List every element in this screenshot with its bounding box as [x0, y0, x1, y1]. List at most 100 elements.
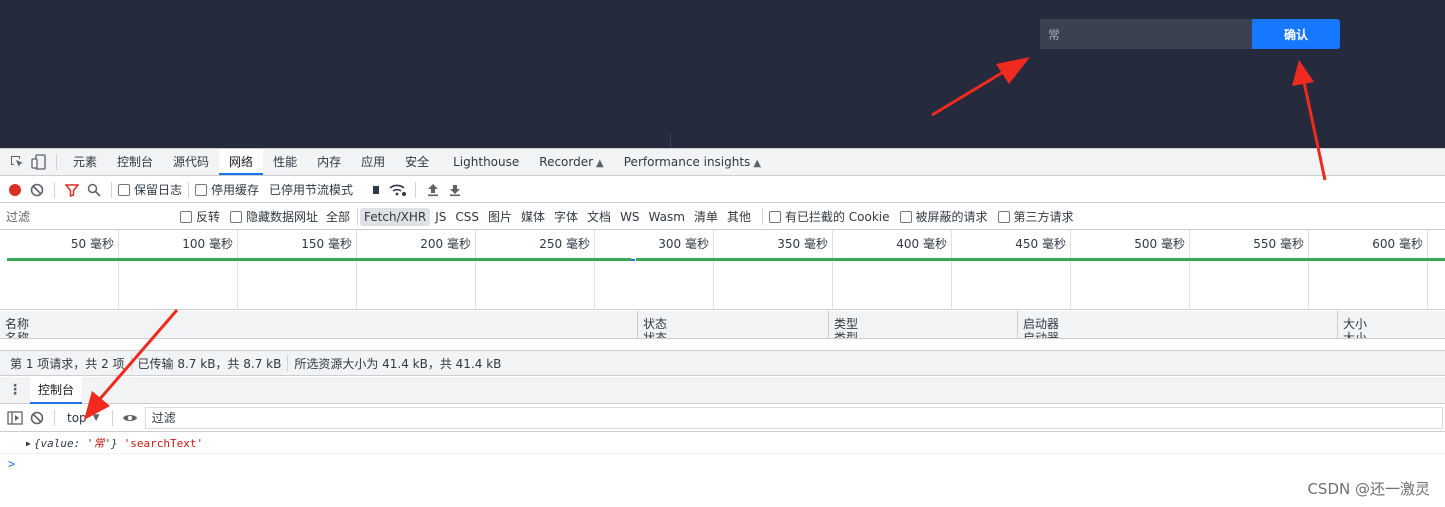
divider [130, 355, 132, 371]
eye-icon[interactable] [119, 407, 141, 429]
checkbox-box [997, 210, 1010, 223]
divider [761, 208, 763, 225]
wifi-settings-icon[interactable] [387, 179, 409, 201]
preserve-log-checkbox[interactable]: 保留日志 [118, 181, 182, 198]
hide-data-urls-checkbox[interactable]: 隐藏数据网址 [230, 208, 318, 225]
checkbox-box [230, 210, 243, 223]
caret-down-icon: ▼ [92, 413, 100, 423]
column-initiator[interactable]: 启动器 启动器 [1018, 311, 1338, 338]
console-prompt[interactable]: > [0, 454, 1445, 474]
timeline-tick: 200 毫秒 [357, 230, 476, 310]
third-party-label: 第三方请求 [1013, 210, 1074, 224]
more-tools-icon[interactable]: ⋮ [0, 382, 30, 398]
type-filter-fetch-xhr[interactable]: Fetch/XHR [360, 207, 431, 226]
request-table-header: 名称 名称 状态 状态 类型 类型 启动器 启动器 大小 大小 [0, 311, 1445, 339]
flask-icon: ▲ [596, 158, 604, 169]
network-filter-bar: 反转 隐藏数据网址 全部 Fetch/XHR JS CSS 图片 媒体 字体 文… [0, 204, 1445, 230]
confirm-button[interactable]: 确认 [1252, 19, 1340, 49]
tab-security[interactable]: 安全 [395, 149, 439, 175]
tab-performance-insights[interactable]: Performance insights ▲ [614, 149, 771, 175]
column-type[interactable]: 类型 类型 [829, 311, 1018, 338]
blocked-cookies-label: 有已拦截的 Cookie [784, 210, 890, 224]
request-timing-bar [631, 259, 635, 261]
type-filter-media[interactable]: 媒体 [517, 206, 549, 227]
column-size[interactable]: 大小 大小 [1338, 311, 1445, 339]
resources-size: 所选资源大小为 41.4 kB，共 41.4 kB [294, 356, 502, 371]
type-filter-ws[interactable]: WS [616, 208, 643, 226]
timeline-tick: 600 毫秒 [1309, 230, 1428, 310]
request-timing-bar [636, 258, 1445, 261]
divider [54, 410, 55, 426]
blocked-requests-checkbox[interactable]: 被屏蔽的请求 [899, 208, 988, 225]
blocked-cookies-checkbox[interactable]: 有已拦截的 Cookie [768, 208, 890, 225]
disable-cache-checkbox[interactable]: 停用缓存 [195, 181, 259, 198]
tab-console[interactable]: 控制台 [107, 149, 163, 175]
console-filter-input[interactable] [144, 407, 1443, 429]
network-toolbar: 保留日志 停用缓存 已停用节流模式 [0, 177, 1445, 203]
tab-recorder[interactable]: Recorder ▲ [529, 149, 613, 175]
sidebar-toggle-icon[interactable] [4, 407, 26, 429]
context-selector[interactable]: top ▼ [61, 411, 106, 425]
drawer-tab-console[interactable]: 控制台 [30, 376, 83, 404]
timeline-tick: 50 毫秒 [0, 230, 119, 310]
column-status[interactable]: 状态 状态 [638, 311, 829, 338]
tab-lighthouse[interactable]: Lighthouse [443, 149, 529, 175]
divider [188, 181, 190, 198]
timeline-tick: 450 毫秒 [952, 230, 1071, 310]
tab-performance-insights-label: Performance insights [623, 155, 751, 169]
expand-triangle-icon[interactable]: ▶ [26, 439, 31, 448]
tab-sources[interactable]: 源代码 [163, 149, 219, 175]
type-filter-js[interactable]: JS [431, 208, 450, 226]
checkbox-box [118, 183, 130, 196]
type-filter-manifest[interactable]: 清单 [690, 206, 722, 227]
record-icon[interactable] [4, 179, 26, 201]
network-overview[interactable]: 50 毫秒 100 毫秒 150 毫秒 200 毫秒 250 毫秒 300 毫秒… [0, 230, 1445, 310]
network-summary-bar: 第 1 项请求，共 2 项 已传输 8.7 kB，共 8.7 kB 所选资源大小… [0, 350, 1445, 376]
filter-icon[interactable] [61, 179, 83, 201]
type-filter-wasm[interactable]: Wasm [645, 208, 689, 226]
drawer-tabbar: ⋮ 控制台 [0, 376, 1445, 404]
devtools-panel: 元素 控制台 源代码 网络 性能 内存 应用 安全 Lighthouse Rec… [0, 148, 1445, 507]
context-label: top [67, 411, 87, 425]
divider [670, 134, 671, 148]
tab-elements[interactable]: 元素 [63, 149, 107, 175]
timeline-tick: 100 毫秒 [119, 230, 238, 310]
tab-application[interactable]: 应用 [351, 149, 395, 175]
divider [287, 355, 289, 371]
invert-label: 反转 [196, 210, 221, 224]
console-message[interactable]: ▶ {value: ' 常 '} 'searchText' [0, 433, 1445, 454]
devtools-tabbar: 元素 控制台 源代码 网络 性能 内存 应用 安全 Lighthouse Rec… [0, 149, 1445, 176]
inspect-element-icon[interactable] [6, 151, 28, 173]
transferred-size: 已传输 8.7 kB，共 8.7 kB [137, 356, 282, 371]
log-object-suffix: '} [104, 436, 118, 450]
type-filter-css[interactable]: CSS [451, 208, 483, 226]
tab-network[interactable]: 网络 [219, 149, 264, 175]
hide-data-urls-label: 隐藏数据网址 [246, 210, 319, 224]
column-name[interactable]: 名称 名称 [0, 311, 638, 338]
tab-memory[interactable]: 内存 [307, 149, 351, 175]
divider [54, 181, 55, 198]
request-timing-bar [7, 258, 631, 261]
type-filter-all[interactable]: 全部 [322, 206, 354, 227]
clear-console-icon[interactable] [26, 407, 48, 429]
type-filter-img[interactable]: 图片 [484, 206, 516, 227]
device-toolbar-icon[interactable] [28, 151, 50, 173]
timeline-tick: 150 毫秒 [238, 230, 357, 310]
timeline-tick: 500 毫秒 [1071, 230, 1190, 310]
clear-icon[interactable] [26, 179, 48, 201]
type-filter-font[interactable]: 字体 [550, 206, 582, 227]
type-filter-other[interactable]: 其他 [723, 206, 755, 227]
network-filter-input[interactable] [2, 206, 168, 227]
search-input[interactable] [1040, 19, 1252, 49]
type-filter-doc[interactable]: 文档 [583, 206, 615, 227]
invert-checkbox[interactable]: 反转 [180, 208, 220, 225]
third-party-checkbox[interactable]: 第三方请求 [997, 208, 1074, 225]
export-har-icon[interactable] [444, 179, 466, 201]
log-string: 'searchText' [123, 436, 204, 450]
throttling-select[interactable]: 已停用节流模式 [269, 181, 353, 198]
search-icon[interactable] [83, 179, 105, 201]
network-conditions-icon[interactable] [365, 179, 387, 201]
import-har-icon[interactable] [422, 179, 444, 201]
tab-performance[interactable]: 性能 [263, 149, 307, 175]
checkbox-box [768, 210, 781, 223]
